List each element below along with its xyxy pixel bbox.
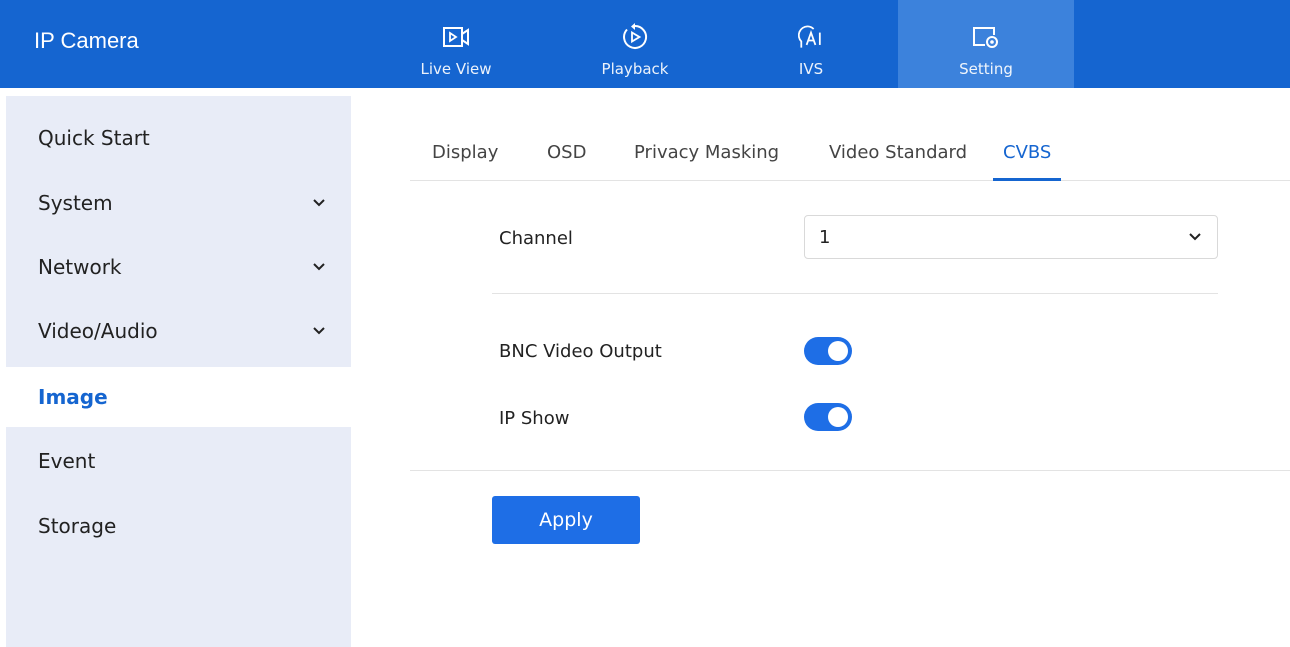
sidebar-item-image[interactable]: Image <box>6 367 351 427</box>
sidebar-item-system[interactable]: System <box>6 173 351 233</box>
setting-icon <box>971 22 1001 52</box>
chevron-down-icon <box>1189 231 1201 243</box>
sidebar-item-label: Quick Start <box>38 126 150 150</box>
toggle-knob <box>828 341 848 361</box>
sidebar-item-label: Network <box>38 255 122 279</box>
live-view-icon <box>441 22 471 52</box>
nav-tab-setting[interactable]: Setting <box>898 0 1074 88</box>
nav-tab-ivs[interactable]: IVS <box>723 0 899 88</box>
sidebar-item-label: Storage <box>38 514 117 538</box>
tab-cvbs[interactable]: CVBS <box>993 130 1062 181</box>
sidebar-item-quick-start[interactable]: Quick Start <box>6 108 351 168</box>
channel-select[interactable]: 1 <box>804 215 1218 259</box>
chevron-down-icon <box>313 261 325 273</box>
nav-tab-playback[interactable]: Playback <box>547 0 723 88</box>
sidebar-item-video-audio[interactable]: Video/Audio <box>6 301 351 361</box>
ip-show-label: IP Show <box>499 408 570 429</box>
ip-show-toggle[interactable] <box>804 403 852 431</box>
playback-icon <box>620 22 650 52</box>
chevron-down-icon <box>313 197 325 209</box>
nav-tab-label: Playback <box>601 60 669 78</box>
tab-privacy-masking[interactable]: Privacy Masking <box>634 130 779 181</box>
sidebar-item-label: Video/Audio <box>38 319 158 343</box>
sidebar-item-label: Event <box>38 449 96 473</box>
nav-tab-live-view[interactable]: Live View <box>368 0 544 88</box>
top-bar: IP Camera Live View Playback IVS Setting <box>0 0 1290 88</box>
bnc-video-output-toggle[interactable] <box>804 337 852 365</box>
bnc-video-output-label: BNC Video Output <box>499 341 662 362</box>
sidebar: Quick Start System Network Video/Audio I… <box>6 96 351 647</box>
channel-value: 1 <box>819 226 831 248</box>
divider <box>492 293 1218 294</box>
ai-icon <box>796 22 826 52</box>
apply-button[interactable]: Apply <box>492 496 640 544</box>
sidebar-item-label: Image <box>38 385 108 409</box>
sidebar-item-network[interactable]: Network <box>6 237 351 297</box>
toggle-knob <box>828 407 848 427</box>
sidebar-item-event[interactable]: Event <box>6 431 351 491</box>
tab-display[interactable]: Display <box>432 130 498 181</box>
divider <box>410 470 1290 471</box>
channel-label: Channel <box>499 228 573 249</box>
app-title: IP Camera <box>34 28 139 53</box>
chevron-down-icon <box>313 325 325 337</box>
sub-tab-bar: Display OSD Privacy Masking Video Standa… <box>410 130 1290 181</box>
sidebar-item-storage[interactable]: Storage <box>6 496 351 556</box>
nav-tab-label: Live View <box>420 60 492 78</box>
nav-tab-label: IVS <box>798 60 824 78</box>
tab-osd[interactable]: OSD <box>547 130 586 181</box>
nav-tab-label: Setting <box>959 60 1013 78</box>
sidebar-item-label: System <box>38 191 113 215</box>
tab-video-standard[interactable]: Video Standard <box>829 130 967 181</box>
